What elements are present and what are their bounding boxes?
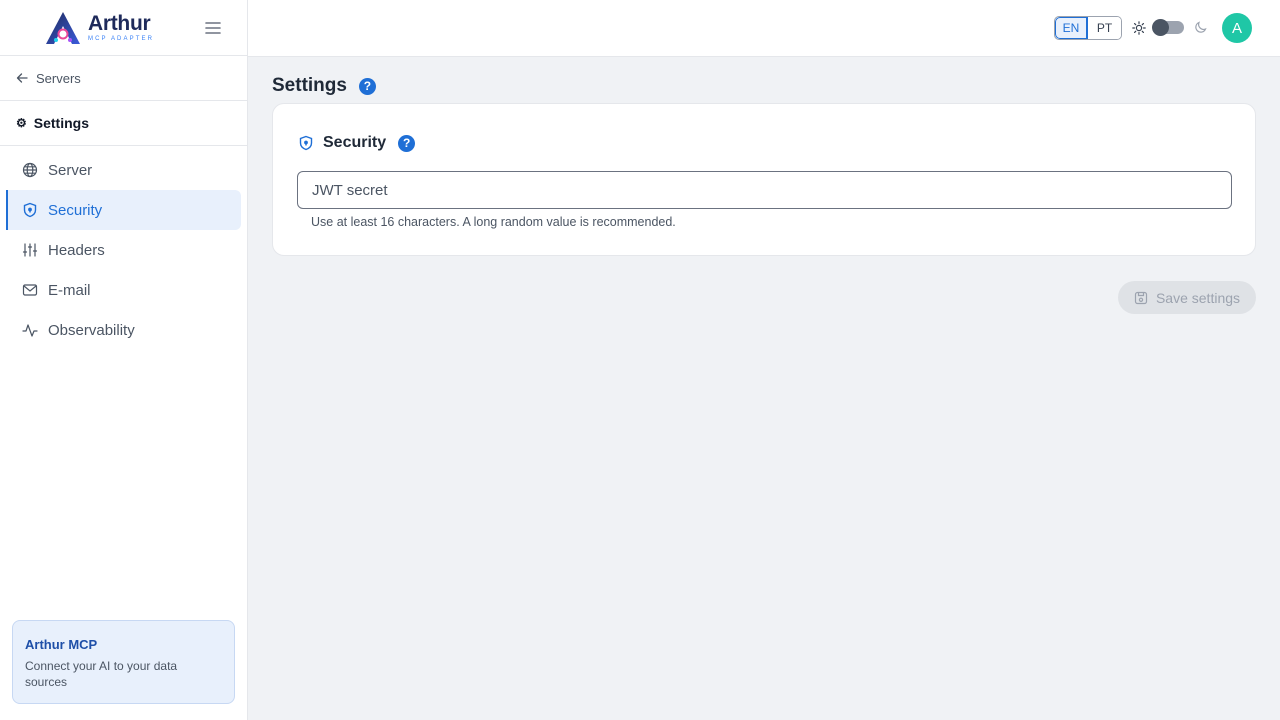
- help-icon[interactable]: ?: [398, 134, 416, 152]
- moon-icon: [1195, 21, 1207, 33]
- shield-icon: [299, 135, 313, 151]
- jwt-secret-field: [297, 171, 1232, 209]
- jwt-secret-input[interactable]: [298, 172, 1231, 208]
- shield-icon: [23, 202, 37, 218]
- globe-icon: [22, 162, 38, 178]
- settings-nav: Server Security Headers E-mail Observabi…: [0, 146, 247, 350]
- sidebar-item-label: Observability: [48, 321, 135, 339]
- back-to-servers-link[interactable]: Servers: [0, 56, 247, 101]
- save-icon: [1134, 291, 1148, 304]
- theme-toggle[interactable]: [1152, 19, 1184, 36]
- activity-icon: [22, 324, 38, 337]
- sidebar-item-observability[interactable]: Observability: [6, 310, 241, 350]
- sidebar-item-label: E-mail: [48, 281, 91, 299]
- sidebar: Arthur MCP ADAPTER Servers ⚙ Settings Se…: [0, 0, 248, 720]
- theme-toggle-knob: [1152, 19, 1169, 36]
- promo-text: Connect your AI to your data sources: [25, 659, 178, 689]
- brand-name: Arthur: [88, 12, 151, 35]
- security-card-title: Security: [323, 134, 387, 151]
- arthur-logo: [46, 11, 80, 44]
- arrow-left-icon: [16, 73, 28, 83]
- sidebar-item-label: Server: [48, 161, 93, 179]
- sidebar-item-email[interactable]: E-mail: [6, 270, 241, 310]
- promo-card: Arthur MCP Connect your AI to your data …: [12, 620, 235, 704]
- promo-title: Arthur MCP: [25, 637, 98, 652]
- brand: Arthur MCP ADAPTER: [0, 0, 247, 56]
- jwt-secret-hint: Use at least 16 characters. A long rando…: [311, 215, 676, 229]
- security-card-header: Security ?: [298, 134, 416, 152]
- sidebar-item-headers[interactable]: Headers: [6, 230, 241, 270]
- save-settings-label: Save settings: [1155, 289, 1241, 306]
- help-icon[interactable]: ?: [358, 77, 376, 95]
- sidebar-item-server[interactable]: Server: [6, 150, 241, 190]
- top-bar: EN PT A: [248, 0, 1280, 57]
- avatar[interactable]: A: [1222, 13, 1252, 43]
- hamburger-icon: [205, 22, 221, 34]
- menu-toggle-button[interactable]: [203, 18, 223, 38]
- page-title: Settings: [272, 75, 347, 96]
- security-card: Security ? Use at least 16 characters. A…: [272, 103, 1256, 256]
- mail-icon: [22, 284, 38, 296]
- sun-icon: [1132, 21, 1146, 35]
- sidebar-item-label: Headers: [48, 241, 105, 259]
- language-switcher: EN PT: [1054, 16, 1122, 40]
- settings-section-title: Settings: [33, 115, 89, 131]
- sidebar-item-security[interactable]: Security: [6, 190, 241, 230]
- sidebar-item-label: Security: [48, 201, 103, 219]
- page-title-row: Settings ?: [272, 75, 376, 97]
- brand-subtitle: MCP ADAPTER: [88, 36, 154, 42]
- save-settings-button[interactable]: Save settings: [1118, 281, 1256, 314]
- gear-icon: ⚙: [16, 116, 27, 130]
- settings-section-header: ⚙ Settings: [0, 101, 247, 146]
- language-button-en[interactable]: EN: [1055, 17, 1088, 39]
- language-button-pt[interactable]: PT: [1088, 17, 1121, 39]
- sliders-icon: [22, 243, 38, 257]
- back-label: Servers: [36, 70, 81, 86]
